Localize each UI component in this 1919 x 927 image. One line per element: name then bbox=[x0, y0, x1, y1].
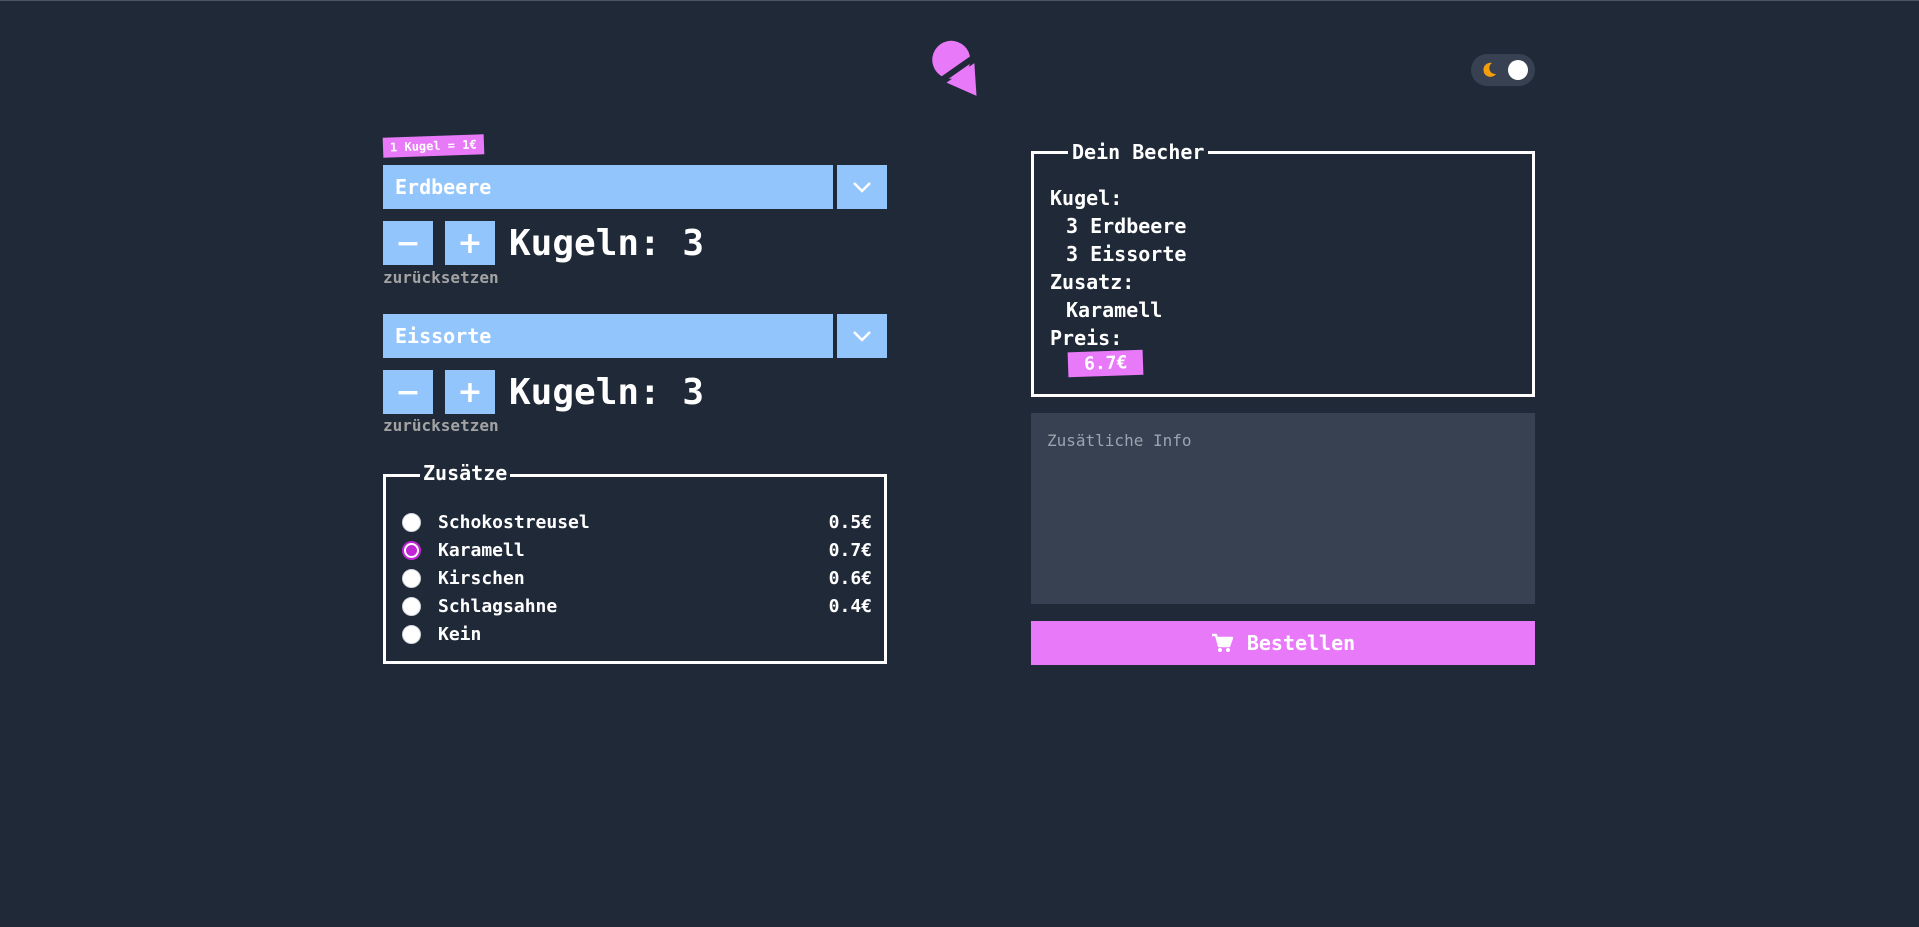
cart-icon bbox=[1211, 633, 1233, 652]
extra-name: Karamell bbox=[438, 539, 525, 561]
moon-icon bbox=[1483, 62, 1496, 77]
scoop-controls-1: − + Kugeln: 3 bbox=[383, 221, 704, 265]
radio-button[interactable] bbox=[402, 624, 421, 644]
price-note-badge: 1 Kugel = 1€ bbox=[382, 134, 485, 158]
radio-button[interactable] bbox=[402, 596, 421, 616]
kugel-label: Kugel: bbox=[1050, 186, 1123, 210]
top-border bbox=[0, 0, 1919, 1]
chevron-down-icon bbox=[853, 331, 871, 342]
decrease-scoops-button[interactable]: − bbox=[383, 370, 433, 414]
additional-info-input[interactable] bbox=[1031, 413, 1535, 604]
cup-summary: Dein Becher Kugel: 3 Erdbeere 3 Eissorte… bbox=[1031, 140, 1535, 397]
flavor-select-1[interactable]: Erdbeere bbox=[383, 165, 887, 209]
scoop-count: Kugeln: 3 bbox=[509, 222, 705, 264]
chevron-down-icon bbox=[853, 182, 871, 193]
zusatz-value: Karamell bbox=[1066, 298, 1163, 322]
zusatz-label: Zusatz: bbox=[1050, 270, 1135, 294]
radio-button[interactable] bbox=[402, 568, 421, 588]
cup-title: Dein Becher bbox=[1068, 140, 1209, 164]
flavor-select-value[interactable]: Erdbeere bbox=[383, 165, 833, 209]
kugel-item: 3 Eissorte bbox=[1066, 242, 1187, 266]
scoop-count: Kugeln: 3 bbox=[509, 371, 705, 413]
reset-link[interactable]: zurücksetzen bbox=[383, 268, 499, 287]
increase-scoops-button[interactable]: + bbox=[445, 221, 495, 265]
kugel-item: 3 Erdbeere bbox=[1066, 214, 1187, 238]
radio-button-checked[interactable] bbox=[402, 540, 421, 560]
reset-link[interactable]: zurücksetzen bbox=[383, 416, 499, 435]
order-label: Bestellen bbox=[1246, 631, 1356, 655]
extra-price: 0.6€ bbox=[828, 567, 872, 589]
extra-name: Schokostreusel bbox=[438, 511, 590, 533]
flavor-select-toggle[interactable] bbox=[837, 165, 887, 209]
flavor-select-value[interactable]: Eissorte bbox=[383, 314, 833, 358]
total-price-badge: 6.7€ bbox=[1067, 349, 1144, 378]
extra-price: 0.5€ bbox=[828, 511, 872, 533]
radio-button[interactable] bbox=[402, 512, 421, 532]
scoop-controls-2: − + Kugeln: 3 bbox=[383, 370, 704, 414]
extra-option-kirschen[interactable]: Kirschen 0.6€ bbox=[402, 566, 872, 590]
increase-scoops-button[interactable]: + bbox=[445, 370, 495, 414]
extras-title: Zusätze bbox=[420, 461, 511, 485]
ice-cream-logo-icon[interactable] bbox=[924, 36, 990, 100]
flavor-select-toggle[interactable] bbox=[837, 314, 887, 358]
extra-name: Schlagsahne bbox=[438, 595, 558, 617]
extra-price: 0.4€ bbox=[828, 595, 872, 617]
extra-option-karamell[interactable]: Karamell 0.7€ bbox=[402, 538, 872, 562]
extra-name: Kein bbox=[438, 623, 482, 645]
preis-label: Preis: bbox=[1050, 326, 1123, 350]
extra-option-schokostreusel[interactable]: Schokostreusel 0.5€ bbox=[402, 510, 872, 534]
order-button[interactable]: Bestellen bbox=[1031, 621, 1535, 665]
toggle-knob bbox=[1508, 60, 1528, 80]
theme-toggle[interactable] bbox=[1471, 54, 1535, 86]
flavor-select-2[interactable]: Eissorte bbox=[383, 314, 887, 358]
decrease-scoops-button[interactable]: − bbox=[383, 221, 433, 265]
extra-option-schlagsahne[interactable]: Schlagsahne 0.4€ bbox=[402, 594, 872, 618]
extra-name: Kirschen bbox=[438, 567, 525, 589]
extra-price: 0.7€ bbox=[828, 539, 872, 561]
extra-option-kein[interactable]: Kein bbox=[402, 622, 872, 646]
extras-fieldset: Zusätze Schokostreusel 0.5€ Karamell 0.7… bbox=[383, 461, 887, 664]
